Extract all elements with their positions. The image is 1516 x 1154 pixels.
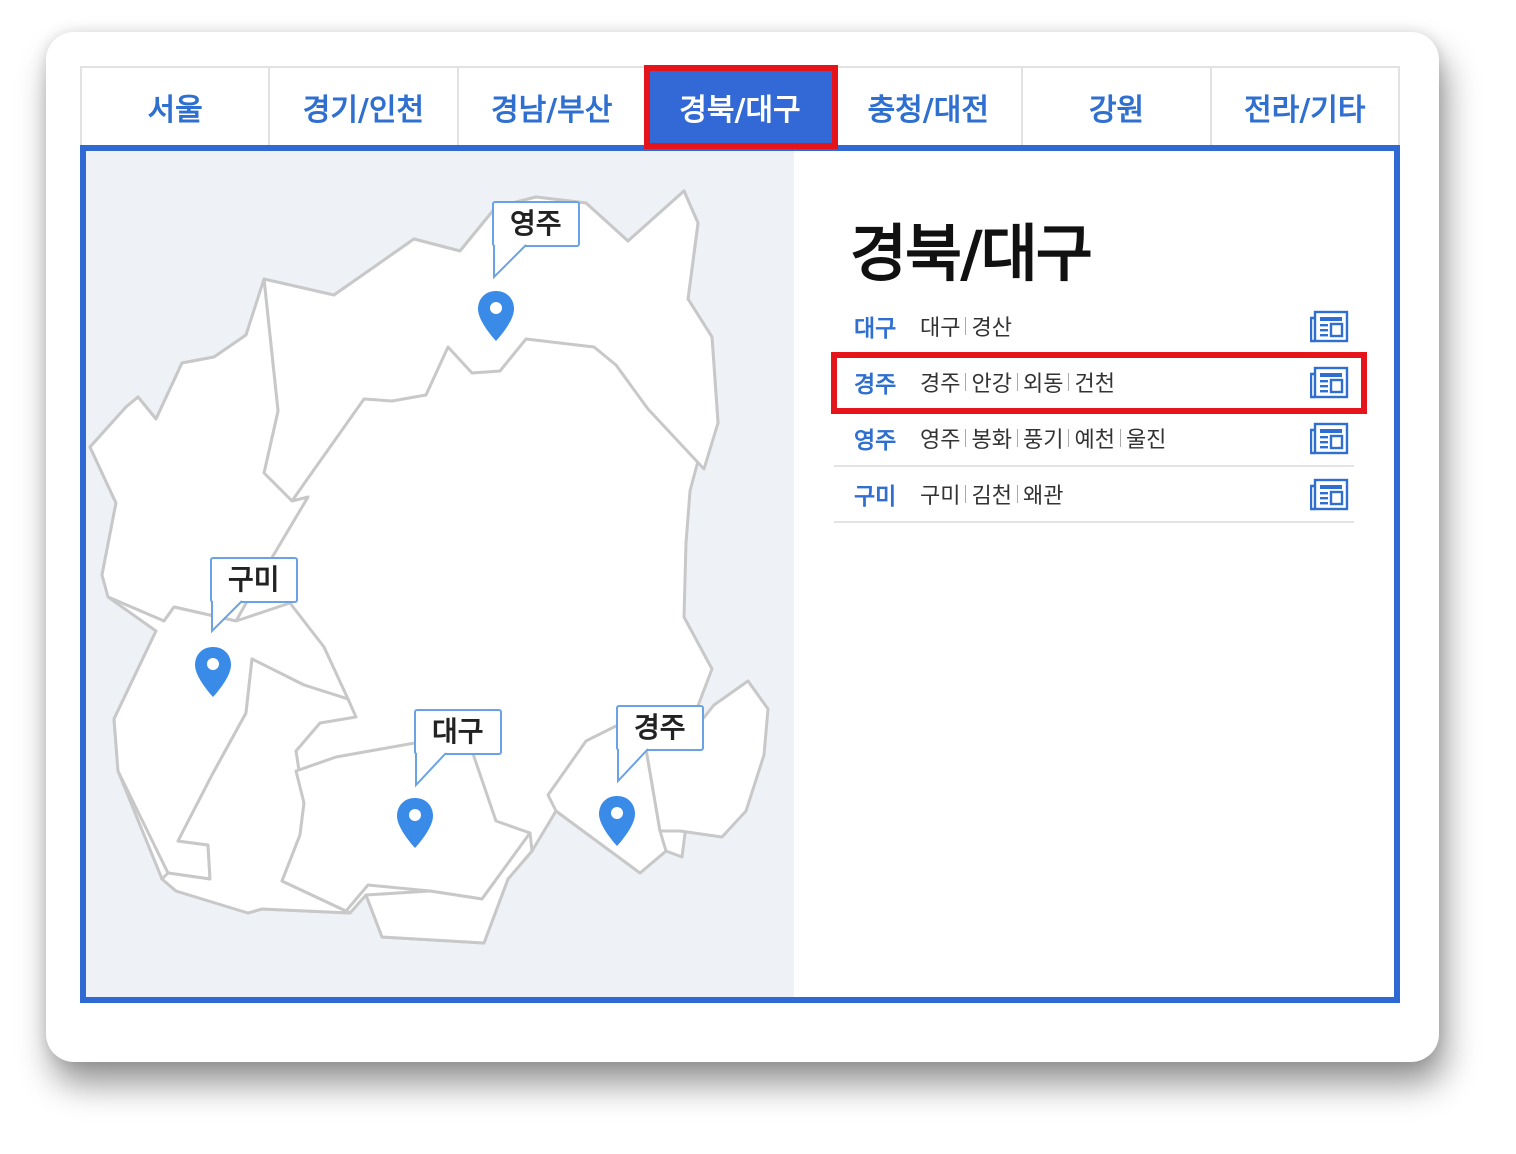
branch-row-gyeongju[interactable]: 경주 경주 안강 외동 건천 — [831, 352, 1367, 414]
location-pin-icon[interactable] — [476, 289, 516, 343]
subarea: 안강 — [971, 372, 1012, 397]
region-tabs: 서울 경기/인천 경남/부산 경북/대구 충청/대전 강원 전라/기타 — [80, 65, 1400, 149]
subarea: 대구 — [920, 316, 961, 341]
map-label-daegu[interactable]: 대구 — [414, 709, 502, 755]
tab-chungcheong-daejeon[interactable]: 충청/대전 — [835, 68, 1024, 146]
document-icon[interactable] — [1310, 477, 1350, 511]
subarea: 외동 — [1022, 372, 1064, 397]
location-pin-icon[interactable] — [597, 794, 637, 848]
branch-row-daegu[interactable]: 대구 대구 경산 — [834, 299, 1354, 355]
branch-row-gumi[interactable]: 구미 구미 김천 왜관 — [834, 467, 1354, 523]
subarea: 예천 — [1074, 428, 1115, 453]
subarea: 봉화 — [971, 428, 1012, 453]
subarea: 울진 — [1125, 428, 1167, 453]
map-outline — [88, 189, 770, 945]
region-panel: 영주 구미 대구 경주 경북/대구 대구 대구 경산 경주 경주 안강 외동 건… — [80, 145, 1400, 1003]
location-pin-icon[interactable] — [193, 645, 233, 699]
branch-subareas: 구미 김천 왜관 — [920, 478, 1063, 510]
map-label-gyeongju[interactable]: 경주 — [616, 705, 704, 751]
subarea: 풍기 — [1022, 428, 1064, 453]
branch-city[interactable]: 경주 — [834, 365, 920, 399]
branch-city[interactable]: 대구 — [834, 309, 920, 343]
subarea: 김천 — [971, 484, 1012, 509]
branch-city[interactable]: 영주 — [834, 421, 920, 455]
map-label-gumi[interactable]: 구미 — [210, 557, 298, 603]
branch-city[interactable]: 구미 — [834, 477, 920, 511]
branch-subareas: 대구 경산 — [920, 310, 1012, 342]
document-icon[interactable] — [1310, 421, 1350, 455]
branch-list: 대구 대구 경산 경주 경주 안강 외동 건천 영주 영주 봉화 풍기 예천 울… — [831, 299, 1367, 523]
subarea: 경산 — [971, 316, 1012, 341]
branch-subareas: 영주 봉화 풍기 예천 울진 — [920, 422, 1166, 454]
region-map: 영주 구미 대구 경주 — [86, 151, 794, 997]
tab-gangwon[interactable]: 강원 — [1023, 68, 1212, 146]
tab-gyeongbuk-daegu[interactable]: 경북/대구 — [643, 65, 839, 149]
subarea: 왜관 — [1022, 484, 1064, 509]
location-pin-icon[interactable] — [395, 796, 435, 850]
tab-gyeonggi-incheon[interactable]: 경기/인천 — [270, 68, 459, 146]
subarea: 경주 — [920, 372, 961, 397]
document-icon[interactable] — [1310, 365, 1350, 399]
tab-jeolla-etc[interactable]: 전라/기타 — [1211, 68, 1400, 146]
tab-gyeongnam-busan[interactable]: 경남/부산 — [458, 68, 647, 146]
tab-seoul[interactable]: 서울 — [82, 68, 271, 146]
map-label-yeongju[interactable]: 영주 — [492, 201, 580, 247]
subarea: 영주 — [920, 428, 961, 453]
subarea: 건천 — [1074, 372, 1115, 397]
document-icon[interactable] — [1310, 309, 1350, 343]
branch-subareas: 경주 안강 외동 건천 — [920, 366, 1115, 398]
region-title: 경북/대구 — [850, 217, 1093, 290]
branch-row-yeongju[interactable]: 영주 영주 봉화 풍기 예천 울진 — [834, 411, 1354, 467]
subarea: 구미 — [920, 484, 961, 509]
